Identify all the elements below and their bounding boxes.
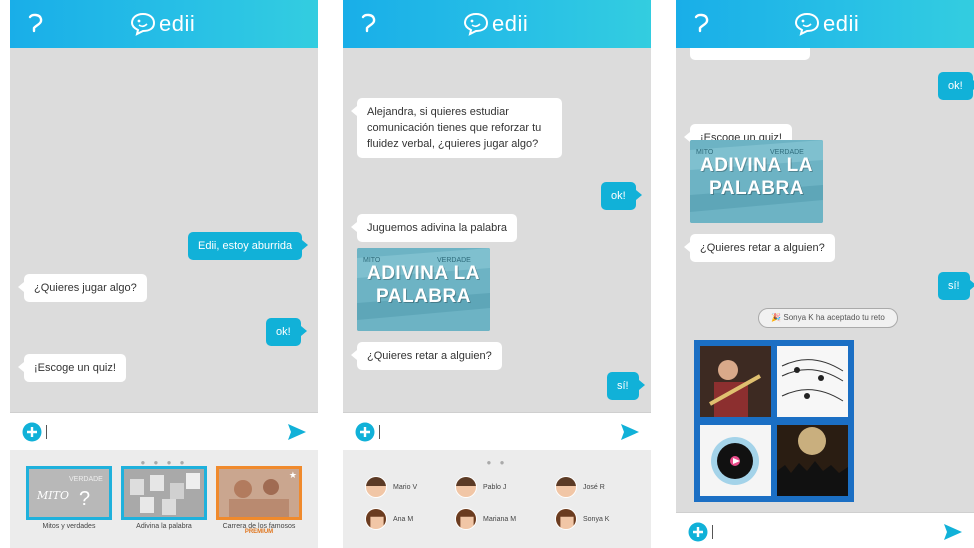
- send-icon[interactable]: [288, 424, 306, 440]
- avatar: [455, 508, 477, 530]
- friend-item[interactable]: José R: [555, 476, 605, 498]
- star-icon: ★: [288, 470, 297, 480]
- message-outgoing: sí!: [938, 272, 974, 300]
- avatar: [555, 476, 577, 498]
- friend-name: Sonya K: [583, 515, 610, 523]
- quiz-card[interactable]: MITO VERDADE ? Mitos y verdades: [26, 466, 112, 530]
- friend-item[interactable]: Sonya K: [555, 508, 609, 530]
- app-logo: edii: [794, 10, 859, 38]
- quiz-thumbnail-text: MITO: [36, 489, 69, 502]
- image-tile-guitar[interactable]: [700, 346, 771, 417]
- app-logo: edii: [130, 10, 195, 38]
- quiz-card[interactable]: ★ Carrera de los famosos PREMIUM: [216, 466, 302, 535]
- quiz-image-adivina[interactable]: VERDADE MITO ADIVINA LA PALABRA: [690, 140, 823, 223]
- chat-area: Edii, estoy aburrida ¿Quieres jugar algo…: [10, 48, 318, 414]
- edii-face-icon: [794, 12, 820, 36]
- message-input-bar: [10, 412, 318, 450]
- message-outgoing: Edii, estoy aburrida: [188, 232, 309, 260]
- image-grid: [694, 340, 854, 502]
- app-header: edii: [343, 0, 651, 48]
- message-incoming: Juguemos adivina la palabra: [350, 214, 518, 242]
- chat-screen-1: edii Edii, estoy aburrida ¿Quieres jugar…: [10, 0, 318, 548]
- friend-name: José R: [583, 483, 605, 491]
- quiz-thumbnail: ★: [216, 466, 302, 520]
- friend-name: Mario V: [393, 483, 418, 491]
- party-icon: 🎉: [771, 313, 782, 322]
- notice-text: Sonya K ha aceptado tu reto: [783, 313, 885, 322]
- app-logo: edii: [463, 10, 528, 38]
- friend-item[interactable]: Mario V: [365, 476, 417, 498]
- quiz-label: Adivina la palabra: [136, 523, 192, 530]
- app-header: edii: [676, 0, 974, 48]
- back-icon[interactable]: [690, 13, 710, 35]
- quiz-tray: ● ● ● ● MITO VERDADE ? Mitos y verdades: [10, 450, 318, 548]
- back-icon[interactable]: [357, 13, 377, 35]
- app-logo-text: edii: [159, 11, 196, 36]
- edii-face-icon: [130, 12, 156, 36]
- avatar: [555, 508, 577, 530]
- friend-item[interactable]: Mariana M: [455, 508, 516, 530]
- chat-area: Alejandra, si quieres estudiar comunicac…: [343, 48, 651, 414]
- image-tile-notes[interactable]: [777, 346, 848, 417]
- edii-face-icon: [463, 12, 489, 36]
- friend-name: Mariana M: [483, 515, 517, 523]
- chat-area: ok! ¡Escoge un quiz! VERDADE MITO ADIVIN…: [676, 48, 974, 508]
- challenge-accepted-notice: 🎉 Sonya K ha aceptado tu reto: [758, 308, 898, 328]
- chat-screen-3: edii ok! ¡Escoge un quiz! VERDADE MITO A…: [676, 0, 974, 548]
- text-cursor[interactable]: [379, 425, 380, 439]
- send-icon[interactable]: [621, 424, 639, 440]
- message-incoming-partial: [690, 48, 810, 60]
- chat-screen-2: edii Alejandra, si quieres estudiar comu…: [343, 0, 651, 548]
- app-logo-text: edii: [823, 11, 860, 36]
- friend-item[interactable]: Ana M: [365, 508, 413, 530]
- quiz-image-title: ADIVINA LA PALABRA: [366, 263, 481, 307]
- add-icon[interactable]: [688, 522, 708, 542]
- add-icon[interactable]: [355, 422, 375, 442]
- message-incoming: ¿Quieres jugar algo?: [18, 274, 147, 302]
- message-incoming: ¿Quieres retar a alguien?: [684, 234, 835, 262]
- image-tile-concert[interactable]: [777, 425, 848, 496]
- friend-name: Ana M: [393, 515, 414, 523]
- friend-name: Pablo J: [483, 483, 507, 491]
- quiz-image-title: ADIVINA LA PALABRA: [699, 155, 814, 199]
- message-outgoing: ok!: [266, 318, 307, 346]
- text-cursor[interactable]: [46, 425, 47, 439]
- message-incoming: ¿Quieres retar a alguien?: [351, 342, 502, 370]
- message-outgoing: ok!: [601, 182, 642, 210]
- message-outgoing: sí!: [607, 372, 645, 400]
- app-logo-text: edii: [492, 11, 529, 36]
- quiz-thumbnail: MITO VERDADE ?: [26, 466, 112, 520]
- back-icon[interactable]: [24, 13, 44, 35]
- text-cursor[interactable]: [712, 525, 713, 539]
- quiz-card[interactable]: Adivina la palabra: [121, 466, 207, 530]
- message-input-bar: [676, 512, 974, 548]
- avatar: [365, 476, 387, 498]
- avatar: [365, 508, 387, 530]
- quiz-thumbnail: [121, 466, 207, 520]
- avatar: [455, 476, 477, 498]
- friend-item[interactable]: Pablo J: [455, 476, 506, 498]
- quiz-image-adivina[interactable]: VERDADE MITO ADIVINA LA PALABRA: [357, 248, 490, 331]
- friends-tray: ● ● Mario V Pablo J José R Ana M Mariana…: [343, 450, 651, 548]
- image-tile-vinyl[interactable]: [700, 425, 771, 496]
- question-mark-glyph: ?: [79, 488, 90, 510]
- page-indicator: ● ●: [486, 458, 508, 467]
- app-header: edii: [10, 0, 318, 48]
- quiz-label: Mitos y verdades: [42, 523, 96, 530]
- message-input-bar: [343, 412, 651, 450]
- send-icon[interactable]: [944, 524, 962, 540]
- message-incoming: ¡Escoge un quiz!: [18, 354, 126, 382]
- message-incoming: Alejandra, si quieres estudiar comunicac…: [351, 98, 562, 158]
- add-icon[interactable]: [22, 422, 42, 442]
- quiz-thumbnail-text: VERDADE: [69, 476, 103, 483]
- message-outgoing: ok!: [938, 72, 974, 100]
